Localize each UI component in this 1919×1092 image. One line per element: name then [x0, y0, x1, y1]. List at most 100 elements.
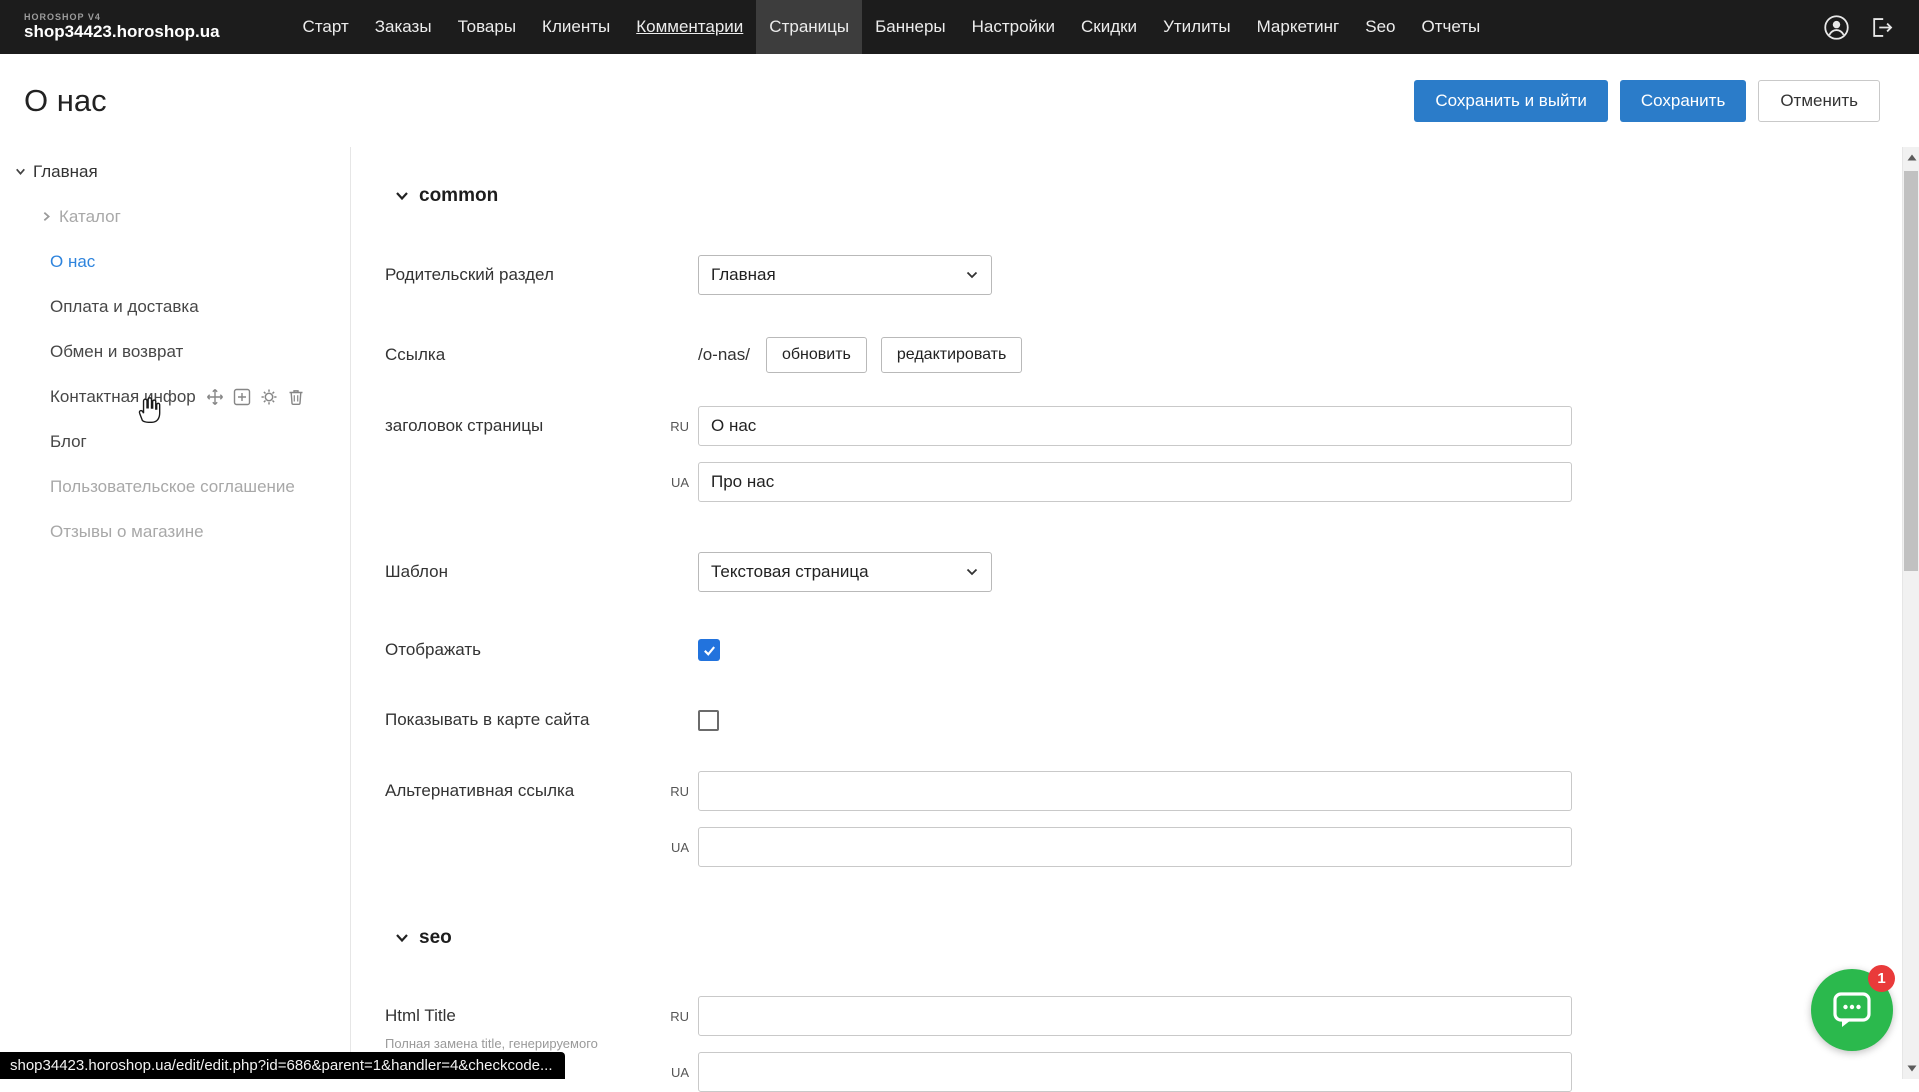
nav-item-pages[interactable]: Страницы	[756, 0, 862, 54]
nav-item-start[interactable]: Старт	[290, 0, 362, 54]
form-row-template: Шаблон Текстовая страница	[385, 552, 1919, 592]
page-edit-form: common Родительский раздел Главная Ссылк…	[351, 147, 1919, 1079]
sidebar-item-label: Блог	[50, 432, 87, 452]
nav-item-orders[interactable]: Заказы	[362, 0, 445, 54]
chevron-down-icon	[965, 567, 979, 577]
vertical-scrollbar	[1902, 147, 1919, 1079]
sidebar-item-exchange-return[interactable]: Обмен и возврат	[0, 329, 350, 374]
alt-link-ua-input[interactable]	[698, 827, 1572, 867]
form-row-parent-section: Родительский раздел Главная	[385, 255, 1919, 295]
html-title-hint: Полная замена title, генерируемого	[385, 1036, 655, 1053]
scroll-down-arrow[interactable]	[1903, 1060, 1919, 1077]
page-title-ru-input[interactable]	[698, 406, 1572, 446]
chevron-right-icon[interactable]	[38, 210, 54, 223]
link-value: /o-nas/	[698, 345, 750, 365]
nav-item-clients[interactable]: Клиенты	[529, 0, 623, 54]
form-row-page-title: заголовок страницы RU UA	[385, 406, 1919, 502]
cancel-button[interactable]: Отменить	[1758, 80, 1880, 122]
chevron-down-icon	[395, 933, 409, 943]
template-value: Текстовая страница	[711, 562, 869, 582]
sidebar-item-label: Контактная инфор	[50, 387, 196, 407]
section-common[interactable]: common	[385, 183, 1919, 209]
sidebar-item-home[interactable]: Главная	[0, 149, 350, 194]
nav-item-reports[interactable]: Отчеты	[1408, 0, 1493, 54]
sitemap-label: Показывать в карте сайта	[385, 710, 655, 730]
sidebar-item-label: Каталог	[59, 207, 121, 227]
lang-tag-ru: RU	[655, 419, 698, 434]
lang-tag-ru: RU	[655, 1009, 698, 1024]
page-header: О нас Сохранить и выйти Сохранить Отмени…	[0, 54, 1919, 147]
form-row-sitemap: Показывать в карте сайта	[385, 700, 1919, 740]
template-label: Шаблон	[385, 562, 655, 582]
nav-item-settings[interactable]: Настройки	[959, 0, 1068, 54]
nav-item-banners[interactable]: Баннеры	[862, 0, 959, 54]
add-page-icon[interactable]	[233, 388, 251, 406]
display-checkbox[interactable]	[698, 639, 720, 661]
chat-launcher-button[interactable]: 1	[1811, 969, 1893, 1051]
lang-tag-ua: UA	[655, 1065, 698, 1080]
sidebar-item-user-agreement[interactable]: Пользовательское соглашение	[0, 464, 350, 509]
sidebar-item-blog[interactable]: Блог	[0, 419, 350, 464]
section-seo-label: seo	[419, 927, 452, 949]
move-icon[interactable]	[206, 388, 224, 406]
brand-shop-name: shop34423.horoshop.ua	[24, 22, 220, 42]
link-label: Ссылка	[385, 345, 655, 365]
section-seo[interactable]: seo	[385, 925, 1919, 951]
chevron-down-icon	[395, 191, 409, 201]
tree-item-actions	[206, 388, 305, 406]
refresh-link-button[interactable]: обновить	[766, 337, 867, 373]
status-url-text: shop34423.horoshop.ua/edit/edit.php?id=6…	[10, 1057, 553, 1074]
lang-tag-ua: UA	[655, 475, 698, 490]
page-body: Главная Каталог О нас Оплата и доставка …	[0, 147, 1919, 1079]
gear-icon[interactable]	[260, 388, 278, 406]
parent-section-select[interactable]: Главная	[698, 255, 992, 295]
save-button[interactable]: Сохранить	[1620, 80, 1746, 122]
nav-item-products[interactable]: Товары	[445, 0, 529, 54]
form-row-html-title: Html Title Полная замена title, генериру…	[385, 996, 1919, 1092]
pages-tree-sidebar: Главная Каталог О нас Оплата и доставка …	[0, 147, 351, 1079]
html-title-ru-input[interactable]	[698, 996, 1572, 1036]
nav-item-utilities[interactable]: Утилиты	[1150, 0, 1244, 54]
trash-icon[interactable]	[287, 388, 305, 406]
logout-icon[interactable]	[1868, 14, 1895, 41]
user-account-icon[interactable]	[1823, 14, 1850, 41]
nav-item-comments[interactable]: Комментарии	[623, 0, 756, 54]
top-navigation-bar: HOROSHOP V4 shop34423.horoshop.ua Старт …	[0, 0, 1919, 54]
sidebar-item-contact-info[interactable]: Контактная инфор	[0, 374, 350, 419]
chat-unread-badge: 1	[1868, 965, 1895, 992]
scroll-up-arrow[interactable]	[1903, 149, 1919, 166]
sidebar-item-catalog[interactable]: Каталог	[0, 194, 350, 239]
checkmark-icon	[702, 643, 717, 658]
form-row-link: Ссылка /o-nas/ обновить редактировать	[385, 337, 1919, 373]
save-and-exit-button[interactable]: Сохранить и выйти	[1414, 80, 1607, 122]
header-action-buttons: Сохранить и выйти Сохранить Отменить	[1414, 80, 1880, 122]
alt-link-ru-input[interactable]	[698, 771, 1572, 811]
scrollbar-thumb[interactable]	[1904, 171, 1918, 571]
brand-logo[interactable]: HOROSHOP V4 shop34423.horoshop.ua	[24, 12, 220, 42]
chevron-down-icon	[965, 270, 979, 280]
edit-link-button[interactable]: редактировать	[881, 337, 1022, 373]
display-label: Отображать	[385, 640, 655, 660]
alt-link-label: Альтернативная ссылка	[385, 771, 655, 811]
sitemap-checkbox[interactable]	[698, 710, 719, 731]
brand-version-label: HOROSHOP V4	[24, 12, 220, 22]
chevron-down-icon[interactable]	[12, 165, 28, 178]
html-title-ua-input[interactable]	[698, 1052, 1572, 1092]
sidebar-item-label: О нас	[50, 252, 95, 272]
form-row-display: Отображать	[385, 630, 1919, 670]
nav-item-seo[interactable]: Seo	[1352, 0, 1408, 54]
sidebar-item-about-us[interactable]: О нас	[0, 239, 350, 284]
html-title-label: Html Title	[385, 996, 655, 1036]
lang-tag-ru: RU	[655, 784, 698, 799]
page-title-ua-input[interactable]	[698, 462, 1572, 502]
nav-item-discounts[interactable]: Скидки	[1068, 0, 1150, 54]
nav-item-marketing[interactable]: Маркетинг	[1244, 0, 1353, 54]
lang-tag-ua: UA	[655, 840, 698, 855]
form-row-alt-link: Альтернативная ссылка RU UA	[385, 771, 1919, 867]
chat-bubble-icon	[1832, 991, 1872, 1029]
sidebar-item-payment-delivery[interactable]: Оплата и доставка	[0, 284, 350, 329]
sidebar-item-label: Оплата и доставка	[50, 297, 199, 317]
template-select[interactable]: Текстовая страница	[698, 552, 992, 592]
sidebar-item-label: Обмен и возврат	[50, 342, 183, 362]
sidebar-item-store-reviews[interactable]: Отзывы о магазине	[0, 509, 350, 554]
